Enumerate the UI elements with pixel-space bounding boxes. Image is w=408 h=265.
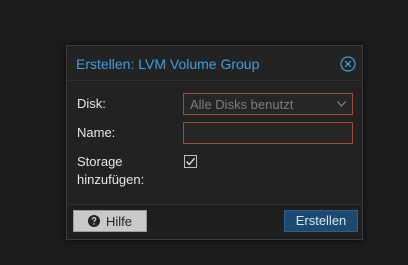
question-circle-icon	[88, 215, 100, 227]
create-lvm-dialog: Erstellen: LVM Volume Group Disk: Alle D…	[66, 45, 363, 240]
help-button[interactable]: Hilfe	[73, 210, 147, 232]
storage-label-line1: Storage	[77, 154, 123, 169]
help-button-label: Hilfe	[106, 214, 133, 229]
disk-select-value: Alle Disks benutzt	[190, 97, 294, 112]
checkbox-checked-icon	[184, 155, 197, 168]
dialog-footer: Hilfe Erstellen	[67, 205, 362, 239]
name-input[interactable]	[183, 122, 353, 144]
dialog-header: Erstellen: LVM Volume Group	[67, 46, 362, 81]
storage-label-line2: hinzufügen:	[77, 172, 145, 187]
storage-label: Storage hinzufügen:	[77, 153, 144, 189]
close-circle-icon	[340, 56, 356, 72]
dialog-title: Erstellen: LVM Volume Group	[76, 56, 260, 72]
disk-label: Disk:	[77, 96, 106, 111]
create-button[interactable]: Erstellen	[284, 210, 358, 232]
add-storage-checkbox[interactable]	[184, 155, 197, 168]
chevron-down-icon	[337, 101, 346, 107]
close-button[interactable]	[340, 56, 356, 72]
name-label: Name:	[77, 125, 116, 140]
disk-select[interactable]: Alle Disks benutzt	[183, 93, 353, 115]
dialog-body: Disk: Alle Disks benutzt Name: Storage hi…	[67, 81, 362, 205]
